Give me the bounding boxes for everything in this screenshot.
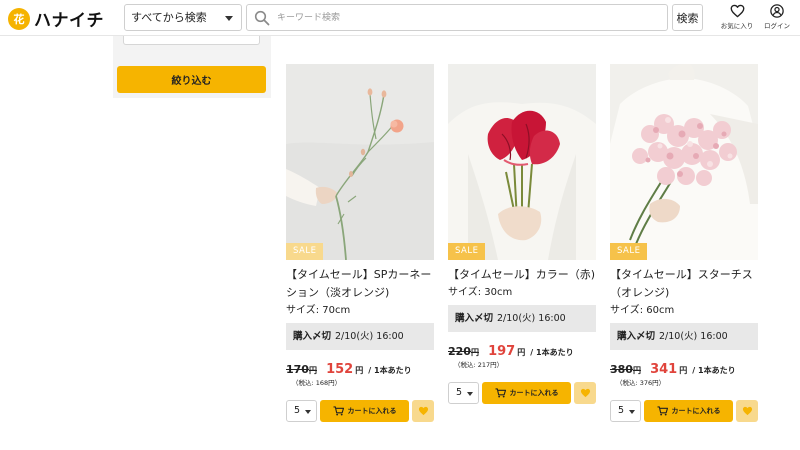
- heart-icon: [742, 406, 752, 416]
- favorites-label: お気に入り: [720, 22, 754, 30]
- flower-logo-icon: 花: [8, 7, 30, 30]
- per-unit-label: / 1本あたり: [368, 366, 412, 375]
- sale-price-yen: 円: [355, 366, 364, 375]
- site-logo[interactable]: 花 ハナイチ: [8, 6, 104, 31]
- heart-icon: [418, 406, 428, 416]
- login-link[interactable]: ログイン: [756, 4, 798, 32]
- product-title[interactable]: 【タイムセール】SPカーネーション（淡オレンジ): [286, 266, 434, 302]
- heart-icon: [580, 388, 590, 398]
- add-to-cart-label: カートに入れる: [509, 389, 559, 397]
- caret-down-icon: [305, 410, 311, 414]
- site-header: 花 ハナイチ すべてから検索 検索 お気に入り ログイン: [0, 0, 800, 36]
- product-title[interactable]: 【タイムセール】カラー（赤): [448, 266, 596, 284]
- tax-included-price: （税込: 376円）: [616, 379, 666, 387]
- calla-photo: [448, 64, 596, 260]
- deadline-value: 2/10(火) 16:00: [659, 331, 728, 342]
- category-select-value: すべてから検索: [131, 11, 207, 24]
- cart-icon: [333, 406, 344, 416]
- favorite-button[interactable]: [412, 400, 434, 422]
- per-unit-label: / 1本あたり: [692, 366, 736, 375]
- sale-price: 152: [326, 362, 354, 377]
- original-price: 220: [448, 345, 471, 358]
- sale-badge: SALE: [610, 243, 648, 260]
- purchase-deadline: 購入〆切 2/10(火) 16:00: [448, 305, 596, 332]
- search-box[interactable]: [246, 4, 668, 31]
- logo-text: ハナイチ: [34, 11, 104, 31]
- original-price: 380: [610, 363, 633, 376]
- caret-down-icon: [629, 410, 635, 414]
- product-size: サイズ: 60cm: [610, 305, 675, 316]
- per-unit-label: / 1本あたり: [530, 348, 574, 357]
- price-row: 170円 152 円 / 1本あたり: [286, 358, 434, 377]
- product-image[interactable]: SALE: [448, 64, 596, 260]
- product-image[interactable]: SALE: [610, 64, 758, 260]
- favorite-button[interactable]: [736, 400, 758, 422]
- sale-price-yen: 円: [517, 348, 526, 357]
- search-input[interactable]: [277, 8, 657, 27]
- sale-badge: SALE: [448, 243, 486, 260]
- favorite-button[interactable]: [574, 382, 596, 404]
- price-row: 380円 341 円 / 1本あたり: [610, 358, 758, 377]
- heart-icon: [730, 4, 744, 18]
- original-price-yen: 円: [308, 366, 317, 375]
- add-to-cart-label: カートに入れる: [347, 407, 397, 415]
- deadline-value: 2/10(火) 16:00: [497, 313, 566, 324]
- quantity-select[interactable]: 5: [610, 400, 641, 422]
- purchase-deadline: 購入〆切 2/10(火) 16:00: [610, 323, 758, 350]
- cart-actions: 5 カートに入れる: [610, 400, 758, 422]
- original-price-yen: 円: [632, 366, 641, 375]
- favorites-link[interactable]: お気に入り: [716, 4, 758, 32]
- quantity-value: 5: [456, 387, 463, 398]
- sale-price: 341: [650, 362, 678, 377]
- deadline-label: 購入〆切: [293, 331, 332, 342]
- login-label: ログイン: [764, 22, 790, 30]
- deadline-value: 2/10(火) 16:00: [335, 331, 404, 342]
- cart-actions: 5 カートに入れる: [286, 400, 434, 422]
- user-icon: [770, 4, 784, 18]
- cart-icon: [657, 406, 668, 416]
- add-to-cart-label: カートに入れる: [671, 407, 721, 415]
- original-price: 170: [286, 363, 309, 376]
- add-to-cart-button[interactable]: カートに入れる: [320, 400, 409, 422]
- add-to-cart-button[interactable]: カートに入れる: [482, 382, 571, 404]
- product-title[interactable]: 【タイムセール】スターチス（オレンジ): [610, 266, 758, 302]
- cart-icon: [495, 388, 506, 398]
- product-card: SALE 【タイムセール】カラー（赤) サイズ: 30cm 購入〆切 2/10(火…: [448, 64, 596, 404]
- sale-price: 197: [488, 344, 516, 359]
- product-card: SALE 【タイムセール】SPカーネーション（淡オレンジ) サイズ: 70cm …: [286, 64, 434, 422]
- search-button[interactable]: 検索: [672, 4, 703, 31]
- price-row: 220円 197 円 / 1本あたり: [448, 340, 596, 359]
- search-icon: [254, 10, 270, 26]
- caret-down-icon: [467, 392, 473, 396]
- sale-badge: SALE: [286, 243, 324, 260]
- tax-included-price: （税込: 217円）: [454, 361, 504, 369]
- product-image[interactable]: SALE: [286, 64, 434, 260]
- statice-photo: [610, 64, 758, 260]
- carnation-photo: [286, 64, 434, 260]
- filter-button[interactable]: 絞り込む: [117, 66, 266, 93]
- quantity-select[interactable]: 5: [448, 382, 479, 404]
- cart-actions: 5 カートに入れる: [448, 382, 596, 404]
- quantity-value: 5: [294, 405, 301, 416]
- product-size: サイズ: 30cm: [448, 287, 513, 298]
- tax-included-price: （税込: 168円）: [292, 379, 342, 387]
- deadline-label: 購入〆切: [617, 331, 656, 342]
- purchase-deadline: 購入〆切 2/10(火) 16:00: [286, 323, 434, 350]
- filter-field[interactable]: [123, 36, 260, 45]
- product-card: SALE 【タイムセール】スターチス（オレンジ) サイズ: 60cm 購入〆切 2…: [610, 64, 758, 422]
- deadline-label: 購入〆切: [455, 313, 494, 324]
- quantity-value: 5: [618, 405, 625, 416]
- quantity-select[interactable]: 5: [286, 400, 317, 422]
- category-select[interactable]: すべてから検索: [124, 4, 242, 31]
- add-to-cart-button[interactable]: カートに入れる: [644, 400, 733, 422]
- sale-price-yen: 円: [679, 366, 688, 375]
- caret-down-icon: [225, 16, 233, 21]
- product-size: サイズ: 70cm: [286, 305, 351, 316]
- filter-sidebar: 絞り込む: [113, 36, 271, 98]
- original-price-yen: 円: [470, 348, 479, 357]
